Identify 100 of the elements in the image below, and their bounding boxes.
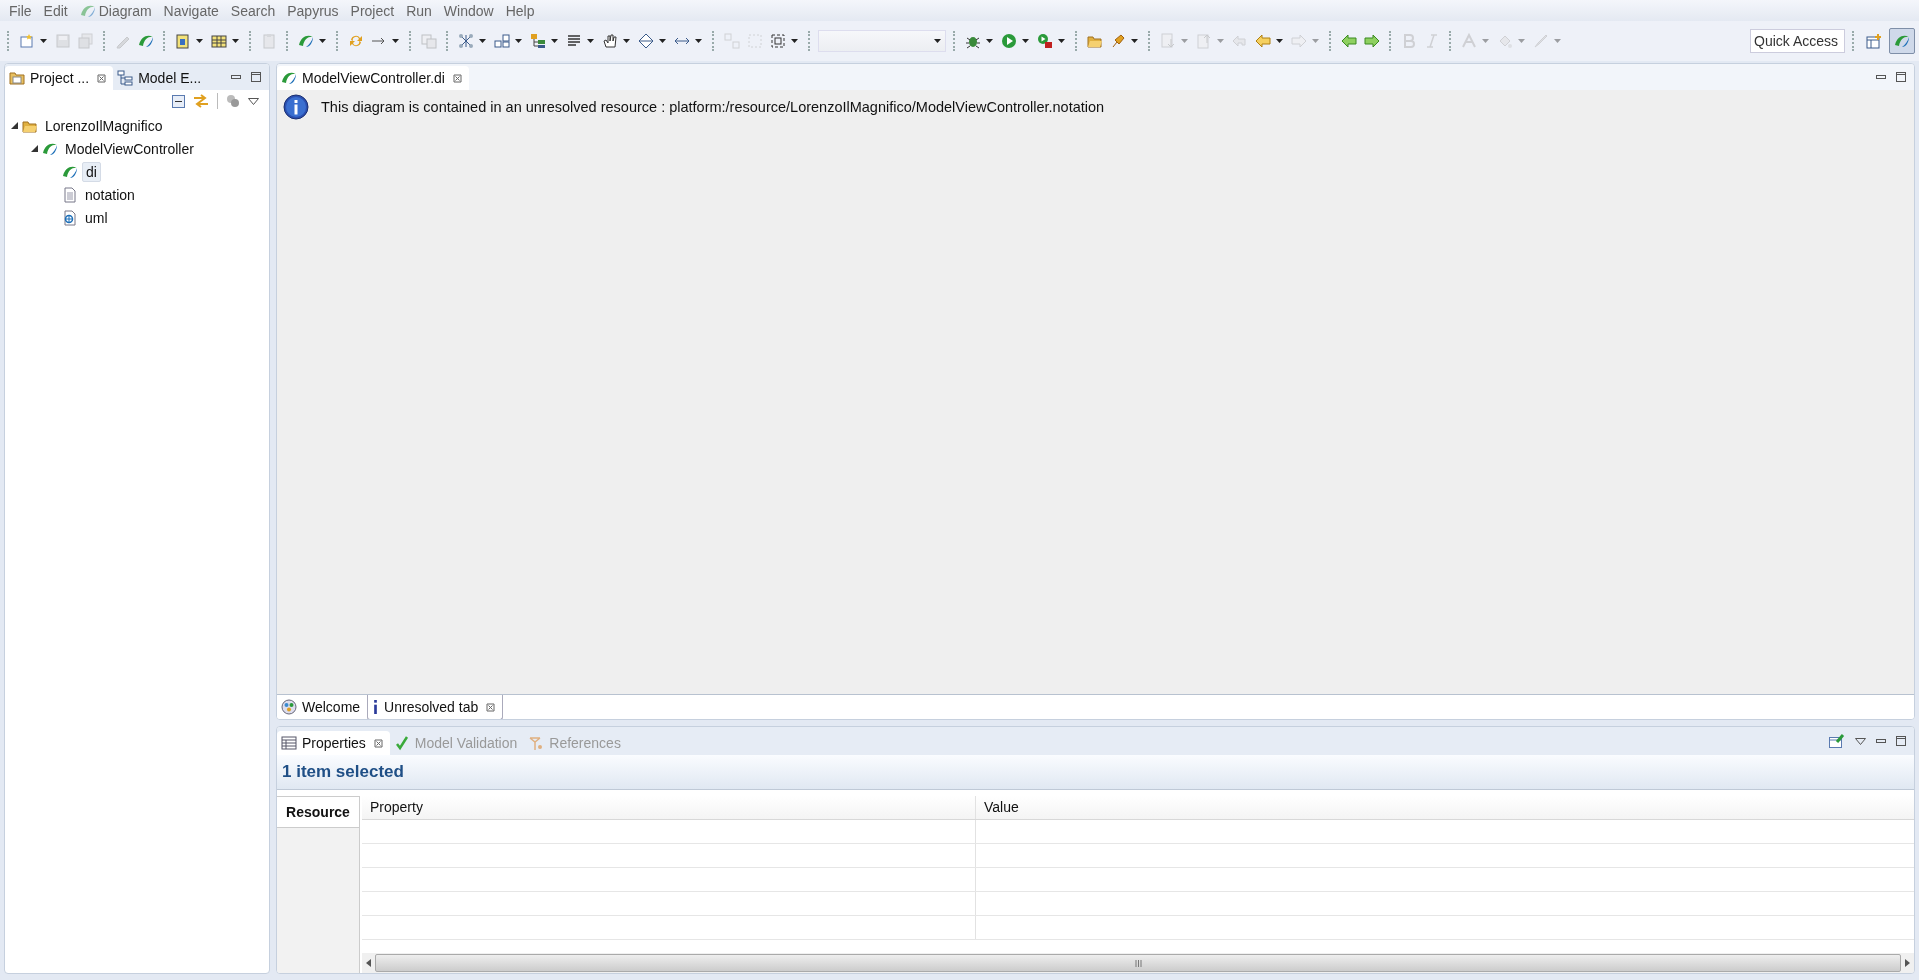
info-icon — [374, 700, 378, 714]
expand-triangle-icon[interactable] — [11, 122, 18, 129]
table-icon — [211, 33, 227, 49]
caret-icon[interactable] — [587, 39, 594, 43]
properties-icon — [281, 735, 297, 751]
caret-icon[interactable] — [986, 39, 993, 43]
menu-item[interactable]: Help — [499, 2, 541, 19]
diamond-icon — [638, 33, 654, 49]
left-arrow-icon — [1255, 33, 1271, 49]
maximize-icon[interactable] — [1896, 736, 1906, 746]
menu-item[interactable]: Navigate — [157, 2, 225, 19]
menu-item[interactable]: Diagram — [73, 2, 158, 19]
document-up-icon — [1196, 33, 1212, 49]
model-tree-icon — [117, 70, 134, 86]
quick-access-field[interactable]: Quick Access — [1750, 29, 1845, 53]
tree-item[interactable]: LorenzoIlMagnifico — [42, 116, 166, 135]
menu-item[interactable]: File — [3, 2, 38, 19]
caret-icon[interactable] — [1276, 39, 1283, 43]
pin-icon — [1110, 33, 1126, 49]
caret-icon[interactable] — [695, 39, 702, 43]
tab[interactable]: Model E... — [113, 66, 209, 90]
tree-item[interactable]: uml — [82, 208, 111, 227]
brush-icon — [1533, 33, 1549, 49]
tab[interactable]: Project ... — [5, 66, 114, 90]
tab[interactable]: Unresolved tab — [367, 695, 504, 719]
align-icon — [566, 33, 582, 49]
boxes-icon — [494, 33, 510, 49]
minimize-icon[interactable] — [231, 72, 241, 82]
maximize-icon[interactable] — [1896, 72, 1906, 82]
save-icon — [55, 33, 71, 49]
caret-icon[interactable] — [934, 39, 941, 43]
view-menu-icon[interactable] — [248, 97, 259, 105]
maximize-icon[interactable] — [251, 72, 261, 82]
scroll-left-icon[interactable] — [366, 959, 371, 967]
minimize-icon[interactable] — [1876, 736, 1886, 746]
selection-box-icon — [770, 33, 786, 49]
collapse-all-icon[interactable] — [172, 94, 185, 108]
right-arrow-icon — [1364, 33, 1380, 49]
scroll-right-icon[interactable] — [1905, 959, 1910, 967]
papyrus-logo-icon — [138, 33, 154, 49]
run-icon — [1001, 33, 1017, 49]
caret-icon[interactable] — [659, 39, 666, 43]
run-external-icon — [1037, 33, 1053, 49]
properties-title: 1 item selected — [277, 755, 1914, 790]
tab[interactable]: ModelViewController.di — [277, 66, 469, 90]
tree-item[interactable]: notation — [82, 185, 138, 204]
side-tab[interactable]: Resource — [277, 797, 359, 828]
back-arrow-icon — [1232, 33, 1248, 49]
caret-icon[interactable] — [623, 39, 630, 43]
caret-icon[interactable] — [392, 39, 399, 43]
caret-icon[interactable] — [1131, 39, 1138, 43]
grip-icon — [1134, 959, 1142, 967]
pin-view-icon[interactable] — [1829, 734, 1845, 748]
papyrus-logo-icon — [1894, 33, 1910, 49]
close-icon[interactable] — [373, 738, 383, 748]
left-arrow-icon — [1341, 33, 1357, 49]
column-header[interactable]: Value — [976, 796, 1019, 819]
column-header[interactable]: Property — [362, 796, 976, 819]
caret-icon[interactable] — [232, 39, 239, 43]
copy-icon — [421, 33, 437, 49]
menu-item[interactable]: Window — [437, 2, 500, 19]
tree-item[interactable]: ModelViewController — [62, 139, 197, 158]
close-icon[interactable] — [97, 73, 107, 83]
view-menu-icon[interactable] — [1855, 737, 1866, 745]
info-icon — [283, 94, 309, 120]
new-file-icon — [19, 33, 35, 49]
sync-arrows-icon — [348, 33, 364, 49]
menu-item[interactable]: Run — [400, 2, 438, 19]
caret-icon[interactable] — [319, 39, 326, 43]
menu-item[interactable]: Search — [224, 2, 282, 19]
clipboard-icon — [261, 33, 277, 49]
tab[interactable]: Welcome — [277, 695, 368, 719]
caret-icon[interactable] — [551, 39, 558, 43]
welcome-icon — [281, 699, 297, 715]
caret-icon[interactable] — [40, 39, 47, 43]
close-icon[interactable] — [452, 73, 462, 83]
caret-icon[interactable] — [515, 39, 522, 43]
filter-icon[interactable] — [226, 94, 240, 108]
info-message: This diagram is contained in an unresolved resource : platform:/resource/LorenzoIlMagnifico/ModelViewController.notation — [321, 99, 1105, 115]
hand-icon — [602, 33, 618, 49]
tree-item[interactable]: di — [82, 161, 101, 182]
network-icon — [458, 33, 474, 49]
minimize-icon[interactable] — [1876, 72, 1886, 82]
perspective-button[interactable] — [1889, 28, 1915, 54]
expand-triangle-icon[interactable] — [31, 145, 38, 152]
menu-item[interactable]: Project — [344, 2, 401, 19]
right-arrow-icon — [1291, 33, 1307, 49]
menu-item[interactable]: Edit — [37, 2, 74, 19]
font-color-icon — [1461, 33, 1477, 49]
caret-icon[interactable] — [791, 39, 798, 43]
caret-icon[interactable] — [1058, 39, 1065, 43]
caret-icon[interactable] — [479, 39, 486, 43]
menu-item[interactable]: Papyrus — [281, 2, 345, 19]
open-perspective-icon — [1866, 33, 1882, 49]
caret-icon[interactable] — [196, 39, 203, 43]
caret-icon[interactable] — [1022, 39, 1029, 43]
close-icon[interactable] — [486, 702, 496, 712]
tab[interactable]: Properties — [277, 731, 390, 755]
references-icon — [528, 735, 545, 751]
document-down-icon — [1160, 33, 1176, 49]
